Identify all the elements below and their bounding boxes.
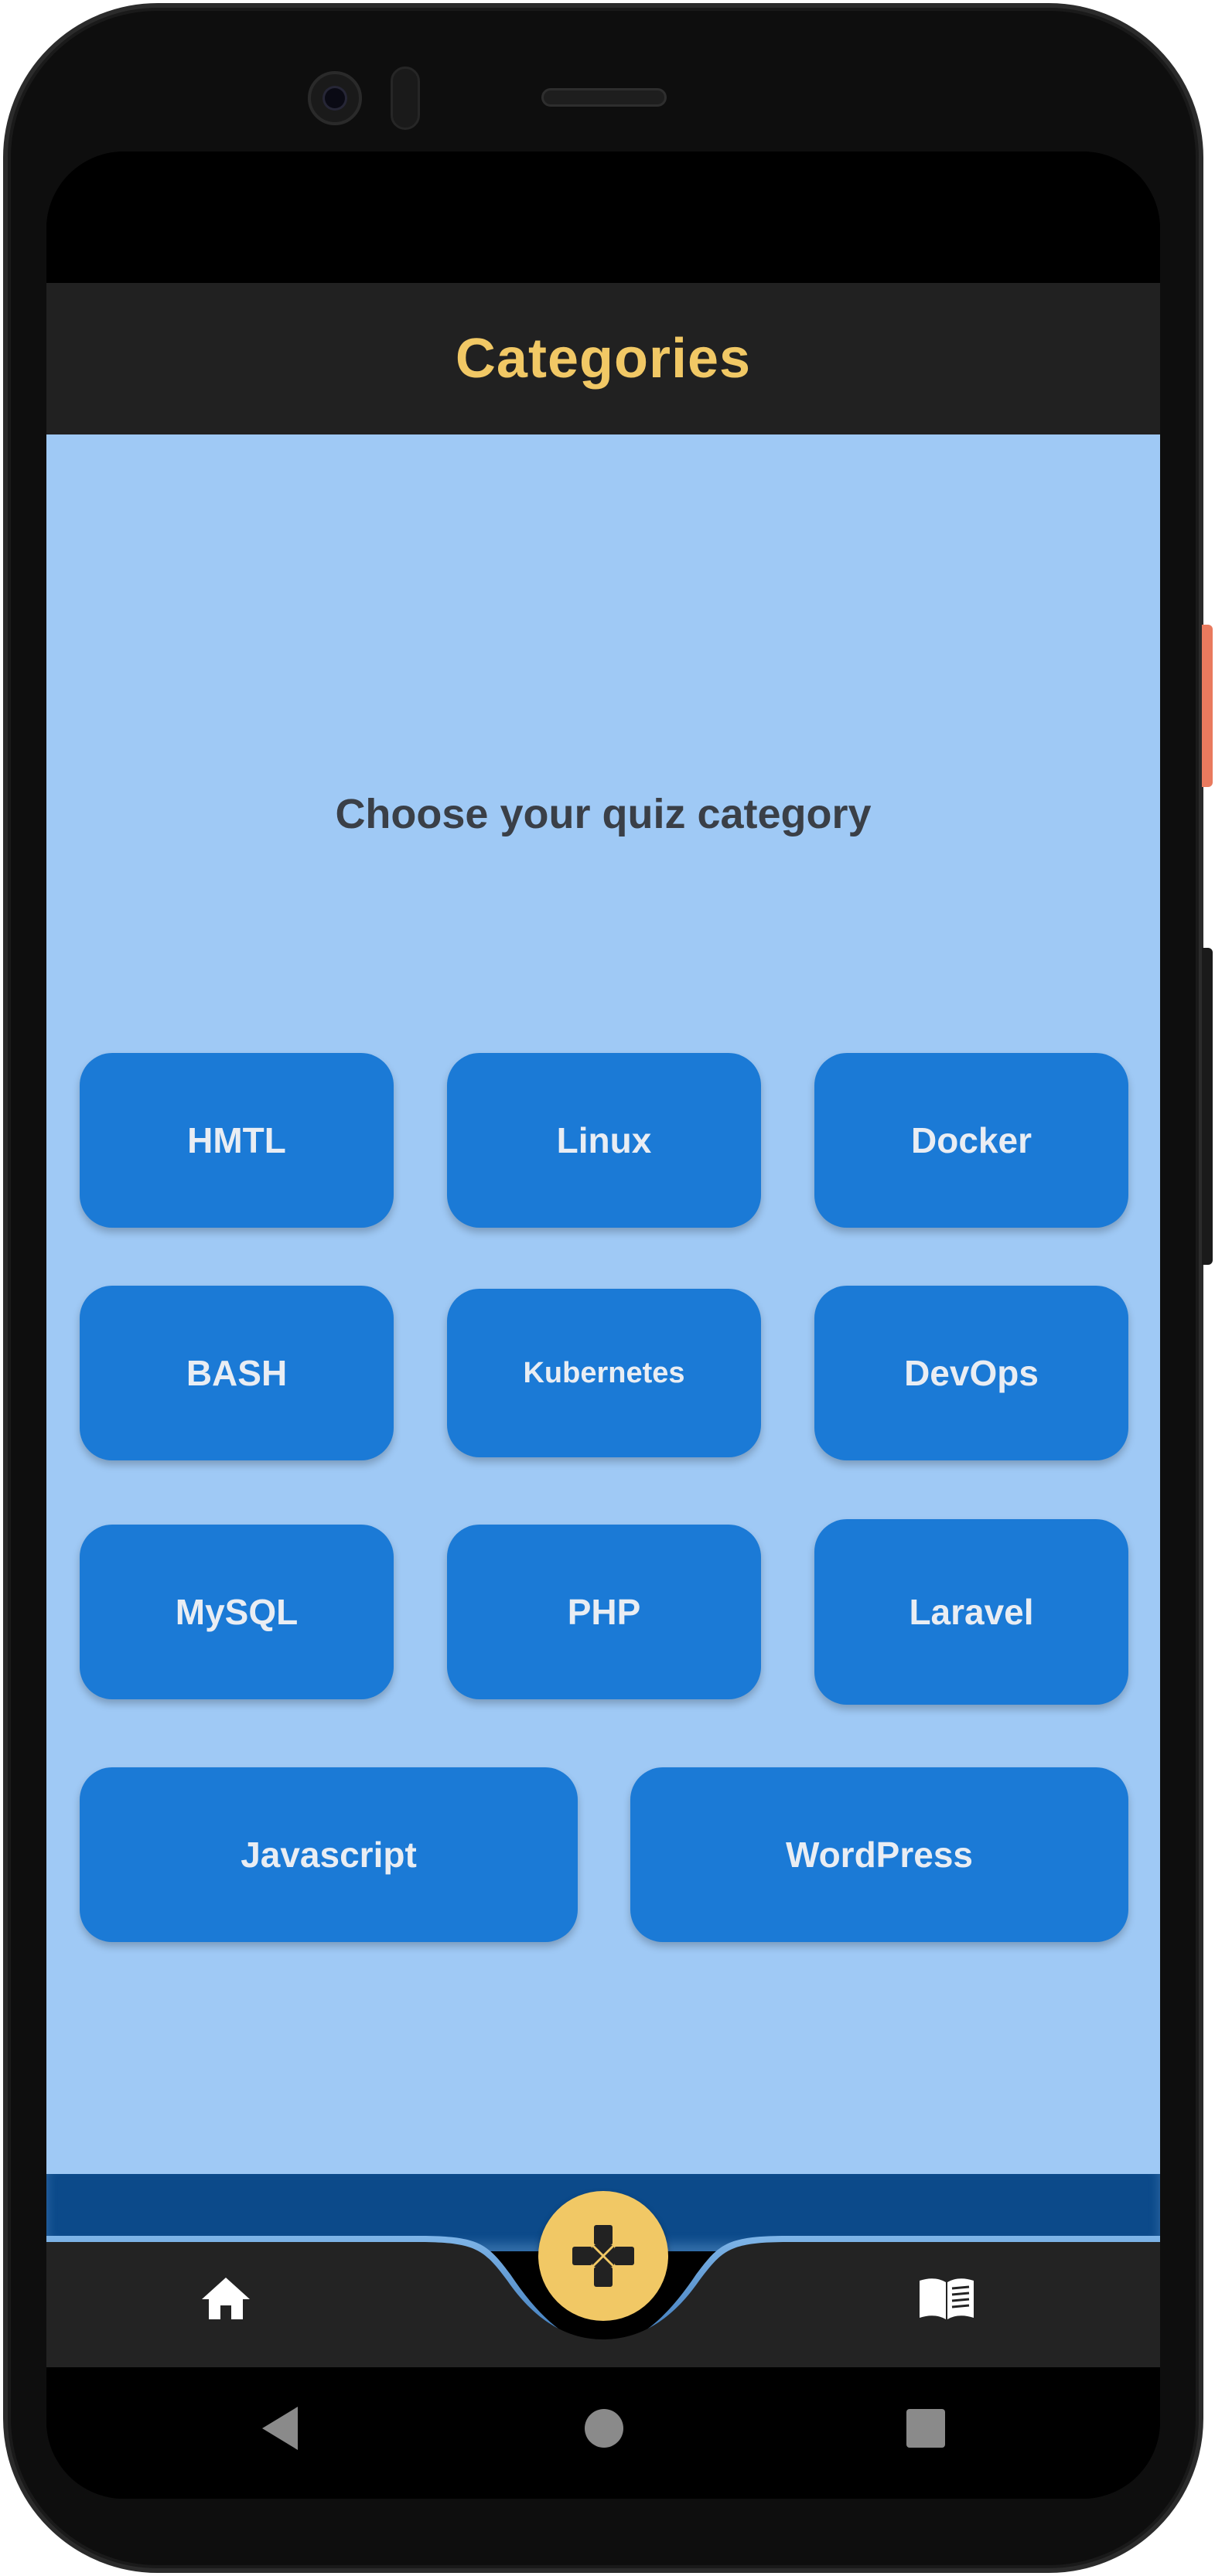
app-bar: Categories xyxy=(46,283,1160,434)
category-button-laravel[interactable]: Laravel xyxy=(814,1519,1128,1705)
earpiece-speaker xyxy=(541,88,667,107)
phone-frame: Categories Choose your quiz category HMT… xyxy=(0,0,1215,2576)
gamepad-icon xyxy=(572,2225,634,2287)
category-button-php[interactable]: PHP xyxy=(447,1525,761,1699)
system-recents-button[interactable] xyxy=(899,2401,953,2455)
screen: Categories Choose your quiz category HMT… xyxy=(46,152,1160,2499)
category-button-docker[interactable]: Docker xyxy=(814,1053,1128,1228)
category-button-kubernetes[interactable]: Kubernetes xyxy=(447,1289,761,1457)
page-title: Categories xyxy=(455,328,752,390)
category-screen: Choose your quiz category HMTL Linux Doc… xyxy=(46,434,1160,2174)
home-icon xyxy=(202,2278,250,2319)
system-back-button[interactable] xyxy=(254,2401,308,2455)
category-button-devops[interactable]: DevOps xyxy=(814,1286,1128,1460)
category-button-wordpress[interactable]: WordPress xyxy=(630,1767,1128,1942)
volume-rocker[interactable] xyxy=(1202,948,1213,1265)
category-button-javascript[interactable]: Javascript xyxy=(80,1767,578,1942)
category-button-bash[interactable]: BASH xyxy=(80,1286,394,1460)
status-bar xyxy=(46,152,1160,283)
recents-icon xyxy=(906,2409,945,2448)
category-button-linux[interactable]: Linux xyxy=(447,1053,761,1228)
home-circle-icon xyxy=(585,2409,623,2448)
play-quiz-button[interactable] xyxy=(538,2191,668,2321)
category-button-html[interactable]: HMTL xyxy=(80,1053,394,1228)
nav-study-button[interactable] xyxy=(908,2264,985,2333)
book-icon xyxy=(920,2278,974,2319)
system-home-button[interactable] xyxy=(577,2401,631,2455)
nav-home-button[interactable] xyxy=(187,2264,265,2333)
proximity-sensor xyxy=(391,66,420,130)
power-button[interactable] xyxy=(1202,625,1213,787)
category-button-mysql[interactable]: MySQL xyxy=(80,1525,394,1699)
category-prompt: Choose your quiz category xyxy=(335,791,872,837)
back-icon xyxy=(262,2407,298,2450)
system-nav-bar xyxy=(46,2370,1160,2499)
front-camera xyxy=(308,71,362,125)
